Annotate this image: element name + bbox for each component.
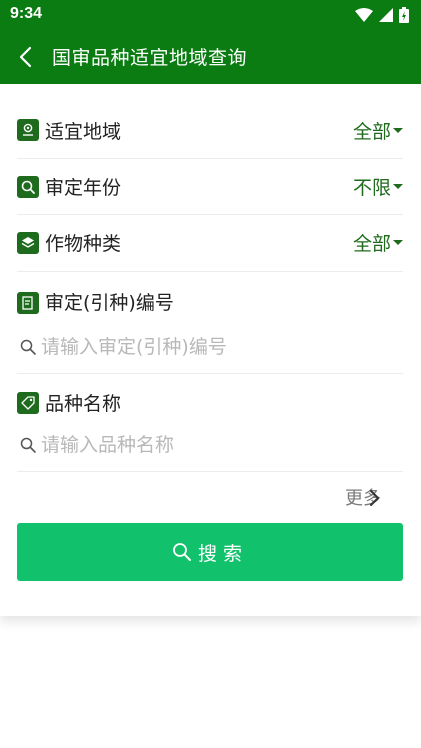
search-box-icon	[17, 176, 39, 198]
status-time: 9:34	[10, 5, 43, 22]
variety-name-input[interactable]	[41, 432, 391, 458]
filter-value-crop[interactable]: 全部	[353, 229, 391, 256]
search-button[interactable]: 搜索	[17, 523, 403, 581]
chevron-left-icon[interactable]	[14, 44, 40, 70]
page-title: 国审品种适宜地域查询	[52, 47, 248, 69]
search-icon	[173, 543, 191, 561]
search-form-card: 适宜地域 全部 审定年份 不限 作物种类 全部 审定(引种)编号 请输入审定(引…	[0, 84, 421, 616]
cell-signal-icon	[379, 8, 393, 22]
filter-row-region[interactable]: 适宜地域 全部	[17, 102, 403, 159]
caret-down-icon	[393, 128, 403, 133]
caret-down-icon	[393, 184, 403, 189]
caret-down-icon	[393, 240, 403, 245]
search-icon	[20, 339, 36, 355]
status-icons	[355, 6, 409, 24]
variety-name-input-row	[17, 420, 403, 472]
field-header-variety-name: 品种名称	[17, 388, 403, 416]
approval-number-input[interactable]	[41, 334, 391, 360]
field-label-variety-name: 品种名称	[45, 393, 122, 415]
chevron-right-icon[interactable]	[369, 489, 381, 507]
layers-icon	[17, 232, 39, 254]
filter-value-year[interactable]: 不限	[353, 173, 391, 200]
search-icon	[20, 437, 36, 453]
filter-label-crop: 作物种类	[45, 233, 122, 255]
app-bar: 国审品种适宜地域查询	[0, 30, 421, 84]
tag-icon	[17, 392, 39, 414]
filter-value-region[interactable]: 全部	[353, 117, 391, 144]
wifi-icon	[355, 8, 373, 22]
filter-label-year: 审定年份	[45, 177, 122, 199]
filter-row-year[interactable]: 审定年份 不限	[17, 159, 403, 215]
filter-row-crop[interactable]: 作物种类 全部	[17, 215, 403, 272]
field-label-approval-number: 审定(引种)编号	[45, 292, 174, 314]
filter-label-region: 适宜地域	[45, 121, 122, 143]
approval-number-input-row	[17, 322, 403, 374]
document-icon	[17, 292, 39, 314]
battery-charging-icon	[399, 7, 409, 23]
location-icon	[17, 119, 39, 141]
search-button-label: 搜索	[197, 542, 248, 565]
field-header-approval-number: 审定(引种)编号	[17, 287, 403, 315]
status-bar: 9:34	[0, 0, 421, 30]
